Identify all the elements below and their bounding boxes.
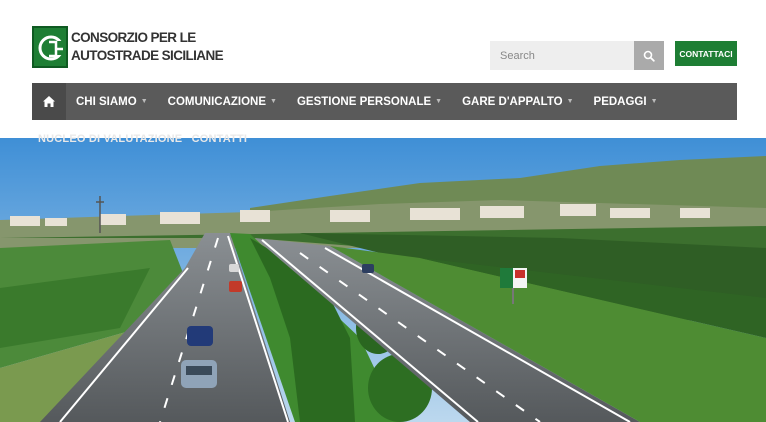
brand-line-2: AUTOSTRADE SICILIANE [71,48,224,63]
home-icon [43,96,55,107]
page: CONSORZIO PER LE AUTOSTRADE SICILIANE CO… [0,0,766,422]
brand-line-1: CONSORZIO PER LE [71,30,196,45]
nav-item-label: GESTIONE PERSONALE [296,95,432,108]
hero-image [0,138,766,422]
search-input[interactable] [490,41,634,70]
subnav-contatti-link[interactable]: CONTATTI [192,133,248,145]
nav-item-label: COMUNICAZIONE [167,95,267,108]
nav-home-button[interactable] [32,83,66,120]
search-icon [643,50,655,62]
caret-down-icon: ▼ [566,98,574,105]
contact-button[interactable]: CONTATTACI [675,41,737,66]
sub-navigation: NUCLEO DI VALUTAZIONE CONTATTI [38,133,253,145]
logo-mark-icon [32,26,68,68]
logo-text: CONSORZIO PER LE AUTOSTRADE SICILIANE [71,26,224,64]
caret-down-icon: ▼ [650,98,658,105]
caret-down-icon: ▼ [140,98,148,105]
caret-down-icon: ▼ [435,98,443,105]
nav-item-label: CHI SIAMO [76,95,137,108]
nav-item-comunicazione[interactable]: COMUNICAZIONE ▼ [158,83,287,120]
site-logo[interactable]: CONSORZIO PER LE AUTOSTRADE SICILIANE [32,26,224,68]
caret-down-icon: ▼ [270,98,277,105]
header: CONSORZIO PER LE AUTOSTRADE SICILIANE CO… [0,0,766,138]
nav-item-gestione-personale[interactable]: GESTIONE PERSONALE ▼ [287,83,452,120]
nav-item-pedaggi[interactable]: PEDAGGI ▼ [584,83,668,120]
main-nav: CHI SIAMO ▼ COMUNICAZIONE ▼ GESTIONE PER… [32,83,737,120]
nav-item-chi-siamo[interactable]: CHI SIAMO ▼ [66,83,158,120]
nav-item-label: PEDAGGI [593,95,647,108]
nav-item-gare-appalto[interactable]: GARE D'APPALTO ▼ [452,83,583,120]
nav-item-label: GARE D'APPALTO [462,95,563,108]
search-button[interactable] [634,41,664,70]
subnav-nucleo-valutazione-link[interactable]: NUCLEO DI VALUTAZIONE [38,133,182,145]
